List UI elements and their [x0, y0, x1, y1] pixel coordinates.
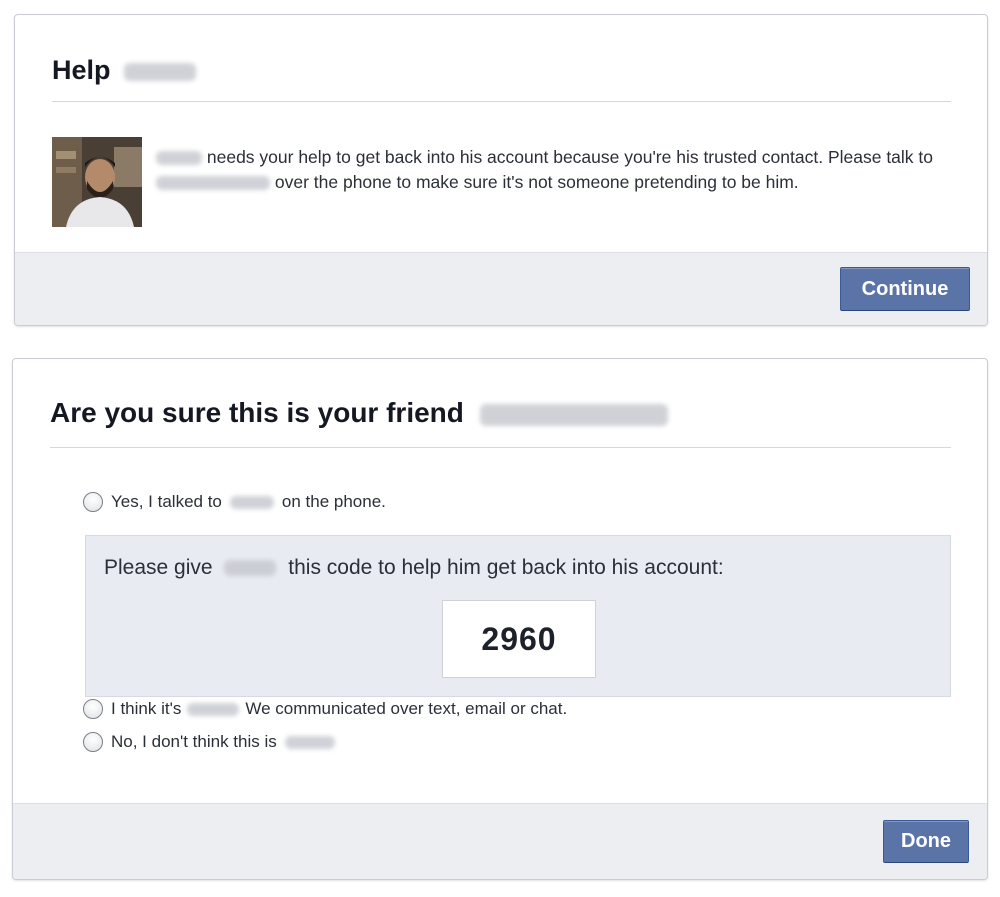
option-think-after: We communicated over text, email or chat… — [245, 699, 568, 718]
help-message-part2: over the phone to make sure it's not som… — [274, 172, 799, 192]
help-card-footer: Continue — [15, 252, 987, 325]
redacted-name — [224, 560, 277, 577]
confirm-card-footer: Done — [13, 803, 987, 879]
radio-think[interactable] — [83, 699, 103, 719]
redacted-name — [284, 735, 335, 749]
radio-no[interactable] — [83, 732, 103, 752]
option-think[interactable]: I think it's We communicated over text, … — [83, 699, 567, 719]
option-yes-after: on the phone. — [281, 492, 386, 511]
recovery-code: 2960 — [442, 600, 596, 678]
continue-button[interactable]: Continue — [840, 267, 970, 311]
confirm-friend-card: Are you sure this is your friend Yes, I … — [12, 358, 988, 880]
confirm-card-title: Are you sure this is your friend — [50, 397, 668, 429]
code-instruction: Please give this code to help him get ba… — [104, 556, 724, 580]
avatar — [52, 137, 142, 227]
help-title-text: Help — [52, 55, 111, 85]
done-button[interactable]: Done — [883, 820, 969, 863]
confirm-title-text: Are you sure this is your friend — [50, 397, 464, 428]
redacted-name — [187, 702, 240, 716]
option-no-before: No, I don't think this is — [111, 732, 277, 751]
option-yes-before: Yes, I talked to — [111, 492, 222, 511]
option-think-before: I think it's — [111, 699, 182, 718]
redacted-name — [156, 176, 270, 191]
help-card: Help needs your help to get back into hi… — [14, 14, 988, 326]
code-instruction-before: Please give — [104, 556, 213, 579]
redacted-name — [229, 495, 274, 509]
option-no[interactable]: No, I don't think this is — [83, 732, 335, 752]
option-yes[interactable]: Yes, I talked to on the phone. — [83, 492, 386, 512]
divider — [50, 447, 951, 448]
code-instruction-after: this code to help him get back into his … — [288, 556, 724, 579]
divider — [52, 101, 951, 102]
redacted-name — [479, 403, 668, 426]
help-card-title: Help — [52, 55, 197, 86]
help-message: needs your help to get back into his acc… — [156, 145, 946, 195]
code-panel: Please give this code to help him get ba… — [85, 535, 951, 697]
radio-yes[interactable] — [83, 492, 103, 512]
help-message-part1: needs your help to get back into his acc… — [206, 147, 934, 167]
redacted-name — [124, 62, 197, 81]
redacted-name — [156, 151, 202, 166]
